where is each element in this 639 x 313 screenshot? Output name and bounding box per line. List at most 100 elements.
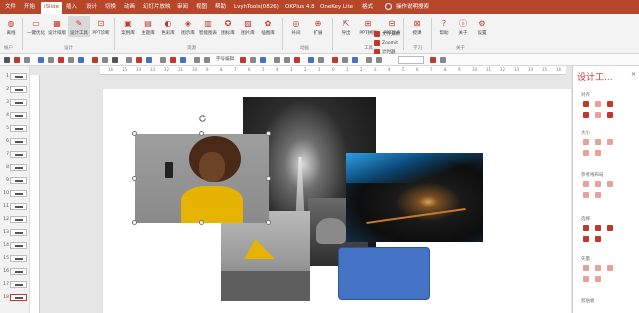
resize-handle[interactable] (132, 131, 137, 136)
align-top-icon[interactable] (583, 112, 589, 118)
distribute-icon[interactable] (48, 57, 54, 63)
slide-thumbnail[interactable]: 3 (2, 98, 28, 107)
tween-button[interactable]: ◎ 补间 (285, 16, 307, 37)
guide-icon[interactable] (583, 181, 589, 187)
zoom-out-icon[interactable] (366, 57, 372, 63)
align-icon[interactable] (38, 57, 44, 63)
guide-icon[interactable] (583, 192, 589, 198)
match-size-icon[interactable] (58, 57, 64, 63)
select-size-icon[interactable] (583, 236, 589, 242)
ppt-diagnosis-button[interactable]: ⊡ PPT诊断 (90, 16, 112, 37)
select-color-icon[interactable] (607, 225, 613, 231)
resize-handle[interactable] (266, 176, 271, 181)
case-library-button[interactable]: ▣ 案例库 (117, 16, 139, 37)
select-icon[interactable] (583, 225, 589, 231)
slide-thumbnail[interactable]: 14 (2, 241, 28, 250)
outline-icon[interactable] (180, 57, 186, 63)
lock-icon[interactable] (430, 57, 436, 63)
align-bottom-icon[interactable] (607, 112, 613, 118)
resize-handle[interactable] (199, 131, 204, 136)
tab-help[interactable]: 帮助 (215, 2, 226, 12)
undo-icon[interactable] (14, 57, 20, 63)
tab-transitions[interactable]: 切换 (105, 2, 116, 12)
underline-icon[interactable] (260, 57, 266, 63)
tab-islide[interactable]: iSlide (41, 2, 62, 14)
resize-handle[interactable] (132, 176, 137, 181)
select-similar-icon[interactable] (595, 225, 601, 231)
zoomit-button[interactable]: Zoomit (374, 40, 398, 46)
slide-thumbnail[interactable]: 1 (2, 72, 28, 81)
shape-icon[interactable] (78, 57, 84, 63)
tab-format[interactable]: 格式 (362, 2, 373, 12)
slide-thumbnail[interactable]: 2 (2, 85, 28, 94)
same-height-icon[interactable] (595, 139, 601, 145)
tab-design[interactable]: 设计 (86, 2, 97, 12)
slide-thumbnail[interactable]: 8 (2, 163, 28, 172)
slide-thumbnail[interactable]: 9 (2, 176, 28, 185)
align-right-icon[interactable] (294, 57, 300, 63)
tab-view[interactable]: 视图 (196, 2, 207, 12)
illustration-library-button[interactable]: ✿ 插图库 (257, 16, 279, 37)
save-icon[interactable] (4, 57, 10, 63)
zoom-in-icon[interactable] (376, 57, 382, 63)
tab-home[interactable]: 开始 (24, 2, 35, 12)
align-middle-icon[interactable] (595, 112, 601, 118)
file-analysis-button[interactable]: 文件分析 (374, 31, 400, 37)
slide-thumbnail[interactable]: 6 (2, 137, 28, 146)
bring-front-icon[interactable] (194, 57, 200, 63)
vector-icon[interactable] (607, 265, 613, 271)
design-tools-button[interactable]: ✎ 设计工具 (68, 16, 90, 37)
slide-thumbnail[interactable]: 7 (2, 150, 28, 159)
slide-thumbnail[interactable]: 15 (2, 254, 28, 263)
slide-thumbnail[interactable]: 12 (2, 215, 28, 224)
send-back-icon[interactable] (204, 57, 210, 63)
tab-okplus[interactable]: OKPlus 4.8 (285, 2, 315, 12)
smart-chart-button[interactable]: ▥ 智能图表 (197, 16, 219, 37)
redo-icon[interactable] (24, 57, 30, 63)
extend-button[interactable]: ⊕ 扩展 (307, 16, 329, 37)
foggy-tent-photo[interactable] (221, 211, 310, 301)
same-width-icon[interactable] (583, 139, 589, 145)
chart-icon[interactable] (352, 57, 358, 63)
tunnel-photo[interactable] (346, 153, 483, 242)
bullet-icon[interactable] (318, 57, 324, 63)
bold-icon[interactable] (240, 57, 246, 63)
guide-icon[interactable] (607, 181, 613, 187)
theme-library-button[interactable]: ▤ 主题库 (137, 16, 159, 37)
woman-selfie-photo[interactable] (135, 134, 269, 223)
tab-slideshow[interactable]: 幻灯片放映 (143, 2, 171, 12)
guide-icon[interactable] (595, 181, 601, 187)
format-painter-icon[interactable] (146, 57, 152, 63)
group-icon[interactable] (68, 57, 74, 63)
settings-button[interactable]: ⚙ 设置 (471, 16, 493, 37)
crop-icon[interactable] (112, 57, 118, 63)
vector-icon[interactable] (595, 276, 601, 282)
same-size-icon[interactable] (607, 139, 613, 145)
resize-handle[interactable] (199, 220, 204, 225)
close-icon[interactable]: ✕ (631, 71, 636, 78)
blue-rectangle-shape[interactable] (338, 247, 430, 300)
guide-icon[interactable] (595, 192, 601, 198)
offline-button[interactable]: ◍ 离线 (0, 16, 22, 37)
tab-review[interactable]: 审阅 (177, 2, 188, 12)
fill-icon[interactable] (170, 57, 176, 63)
tab-animations[interactable]: 动画 (124, 2, 135, 12)
picture-icon[interactable] (332, 57, 338, 63)
scale-icon[interactable] (583, 150, 589, 156)
slide-thumbnail[interactable]: 16 (2, 267, 28, 276)
tab-file[interactable]: 文件 (5, 2, 16, 12)
resize-handle[interactable] (266, 131, 271, 136)
slide-thumbnail-selected[interactable]: 18 (2, 293, 28, 302)
tell-me-search[interactable]: 操作说明搜索 (396, 2, 429, 12)
slide-thumbnail[interactable]: 11 (2, 202, 28, 211)
color-library-button[interactable]: ◐ 色彩库 (157, 16, 179, 37)
copy-icon[interactable] (126, 57, 132, 63)
slide-thumbnail[interactable]: 10 (2, 189, 28, 198)
tab-onekey-lite[interactable]: OneKey Lite (320, 2, 353, 12)
table-icon[interactable] (342, 57, 348, 63)
select-type-icon[interactable] (595, 236, 601, 242)
flip-icon[interactable] (102, 57, 108, 63)
italic-icon[interactable] (250, 57, 256, 63)
vector-icon[interactable] (583, 276, 589, 282)
tab-lvyhtools[interactable]: LvyhTools(0826) (234, 2, 279, 12)
